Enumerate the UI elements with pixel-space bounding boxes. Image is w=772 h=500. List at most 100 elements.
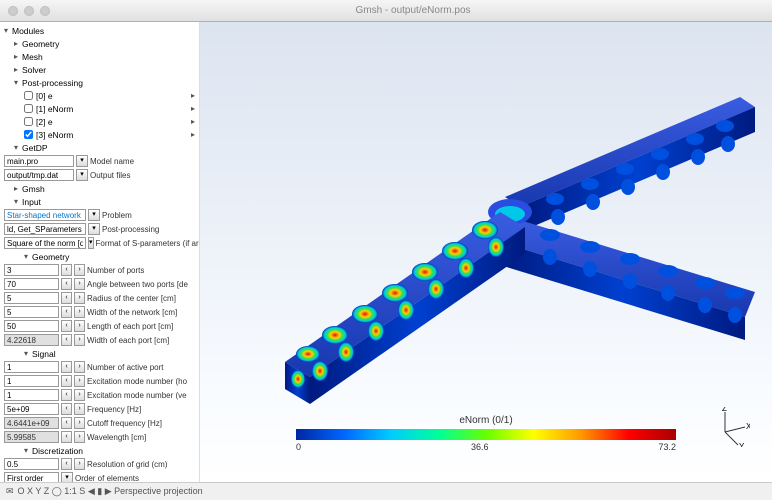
tree-getdp[interactable]: ▾GetDP bbox=[0, 141, 199, 154]
tree-geometry[interactable]: ▸Geometry bbox=[0, 37, 199, 50]
tree-geometry-sub[interactable]: ▾Geometry bbox=[0, 250, 199, 263]
step-up[interactable]: › bbox=[74, 403, 85, 415]
model-name-input[interactable] bbox=[4, 155, 74, 167]
colorbar-mid: 36.6 bbox=[471, 442, 489, 452]
submenu-icon[interactable]: ▸ bbox=[191, 104, 195, 113]
svg-text:X: X bbox=[746, 422, 750, 431]
tree-postproc[interactable]: ▾Post-processing bbox=[0, 76, 199, 89]
step-down[interactable]: ‹ bbox=[61, 361, 72, 373]
step-up[interactable]: › bbox=[74, 334, 85, 346]
step-up[interactable]: › bbox=[74, 389, 85, 401]
expand-icon[interactable]: ▸ bbox=[14, 52, 22, 61]
radius-input[interactable] bbox=[4, 292, 59, 304]
view-checkbox[interactable] bbox=[24, 104, 33, 113]
tree-input[interactable]: ▾Input bbox=[0, 195, 199, 208]
mode-ho-input[interactable] bbox=[4, 375, 59, 387]
step-down[interactable]: ‹ bbox=[61, 292, 72, 304]
step-up[interactable]: › bbox=[74, 320, 85, 332]
expand-icon[interactable]: ▾ bbox=[14, 78, 22, 87]
step-down[interactable]: ‹ bbox=[61, 334, 72, 346]
expand-icon[interactable]: ▾ bbox=[24, 446, 32, 455]
view-checkbox[interactable] bbox=[24, 130, 33, 139]
expand-icon[interactable]: ▾ bbox=[14, 143, 22, 152]
freq-input[interactable] bbox=[4, 403, 59, 415]
view-checkbox[interactable] bbox=[24, 117, 33, 126]
expand-icon[interactable]: ▾ bbox=[14, 197, 22, 206]
colorbar-title: eNorm (0/1) bbox=[296, 415, 676, 426]
wavelength-input bbox=[4, 431, 59, 443]
colorbar: eNorm (0/1) 0 36.6 73.2 bbox=[296, 415, 676, 452]
step-up[interactable]: › bbox=[74, 292, 85, 304]
format-input[interactable] bbox=[4, 237, 86, 249]
step-down[interactable]: ‹ bbox=[61, 278, 72, 290]
view-item[interactable]: [0] e▸ bbox=[0, 89, 199, 102]
select-button[interactable]: ▾ bbox=[76, 155, 88, 167]
expand-icon[interactable]: ▾ bbox=[24, 349, 32, 358]
step-up[interactable]: › bbox=[74, 278, 85, 290]
step-up[interactable]: › bbox=[74, 375, 85, 387]
zoom-light[interactable] bbox=[40, 6, 50, 16]
step-up[interactable]: › bbox=[74, 264, 85, 276]
step-down[interactable]: ‹ bbox=[61, 458, 72, 470]
traffic-lights[interactable] bbox=[8, 6, 50, 16]
active-port-input[interactable] bbox=[4, 361, 59, 373]
order-input[interactable] bbox=[4, 472, 59, 482]
postproc-input[interactable] bbox=[4, 223, 86, 235]
msg-icon[interactable]: ✉ bbox=[6, 486, 14, 497]
select-button[interactable]: ▾ bbox=[61, 472, 73, 482]
width-net-input[interactable] bbox=[4, 306, 59, 318]
step-down[interactable]: ‹ bbox=[61, 375, 72, 387]
step-down[interactable]: ‹ bbox=[61, 389, 72, 401]
step-down[interactable]: ‹ bbox=[61, 431, 72, 443]
tree-solver[interactable]: ▸Solver bbox=[0, 63, 199, 76]
tree-gmsh[interactable]: ▸Gmsh bbox=[0, 182, 199, 195]
step-up[interactable]: › bbox=[74, 361, 85, 373]
submenu-icon[interactable]: ▸ bbox=[191, 117, 195, 126]
view-item[interactable]: [3] eNorm▸ bbox=[0, 128, 199, 141]
step-down[interactable]: ‹ bbox=[61, 417, 72, 429]
view-item[interactable]: [1] eNorm▸ bbox=[0, 102, 199, 115]
mode-ve-input[interactable] bbox=[4, 389, 59, 401]
output-files-input[interactable] bbox=[4, 169, 74, 181]
step-down[interactable]: ‹ bbox=[61, 306, 72, 318]
expand-icon[interactable]: ▸ bbox=[14, 184, 22, 193]
length-port-input[interactable] bbox=[4, 320, 59, 332]
select-button[interactable]: ▾ bbox=[88, 209, 100, 221]
step-down[interactable]: ‹ bbox=[61, 403, 72, 415]
step-up[interactable]: › bbox=[74, 306, 85, 318]
num-ports-input[interactable] bbox=[4, 264, 59, 276]
view-checkbox[interactable] bbox=[24, 91, 33, 100]
sidebar: ▾Modules ▸Geometry ▸Mesh ▸Solver ▾Post-p… bbox=[0, 22, 200, 482]
step-up[interactable]: › bbox=[74, 417, 85, 429]
width-port-input bbox=[4, 334, 59, 346]
statusbar[interactable]: ✉ O X Y Z ◯ 1:1 S ◀ ▮ ▶ Perspective proj… bbox=[0, 482, 772, 500]
step-up[interactable]: › bbox=[74, 431, 85, 443]
step-up[interactable]: › bbox=[74, 458, 85, 470]
colorbar-max: 73.2 bbox=[658, 442, 676, 452]
select-button[interactable]: ▾ bbox=[88, 237, 94, 249]
step-down[interactable]: ‹ bbox=[61, 264, 72, 276]
step-down[interactable]: ‹ bbox=[61, 320, 72, 332]
select-button[interactable]: ▾ bbox=[76, 169, 88, 181]
submenu-icon[interactable]: ▸ bbox=[191, 91, 195, 100]
expand-icon[interactable]: ▾ bbox=[24, 252, 32, 261]
select-button[interactable]: ▾ bbox=[88, 223, 100, 235]
problem-input[interactable] bbox=[4, 209, 86, 221]
view-item[interactable]: [2] e▸ bbox=[0, 115, 199, 128]
expand-icon[interactable]: ▸ bbox=[14, 39, 22, 48]
window-title: Gmsh - output/eNorm.pos bbox=[62, 5, 764, 16]
minimize-light[interactable] bbox=[24, 6, 34, 16]
close-light[interactable] bbox=[8, 6, 18, 16]
viewport-3d[interactable]: eNorm (0/1) 0 36.6 73.2 Z X Y bbox=[200, 22, 772, 482]
tree-modules[interactable]: ▾Modules bbox=[0, 24, 199, 37]
tree-mesh[interactable]: ▸Mesh bbox=[0, 50, 199, 63]
angle-input[interactable] bbox=[4, 278, 59, 290]
submenu-icon[interactable]: ▸ bbox=[191, 130, 195, 139]
tree-signal[interactable]: ▾Signal bbox=[0, 347, 199, 360]
expand-icon[interactable]: ▾ bbox=[4, 26, 12, 35]
expand-icon[interactable]: ▸ bbox=[14, 65, 22, 74]
tree-discretization[interactable]: ▾Discretization bbox=[0, 444, 199, 457]
res-input[interactable] bbox=[4, 458, 59, 470]
colorbar-min: 0 bbox=[296, 442, 301, 452]
cutoff-input bbox=[4, 417, 59, 429]
